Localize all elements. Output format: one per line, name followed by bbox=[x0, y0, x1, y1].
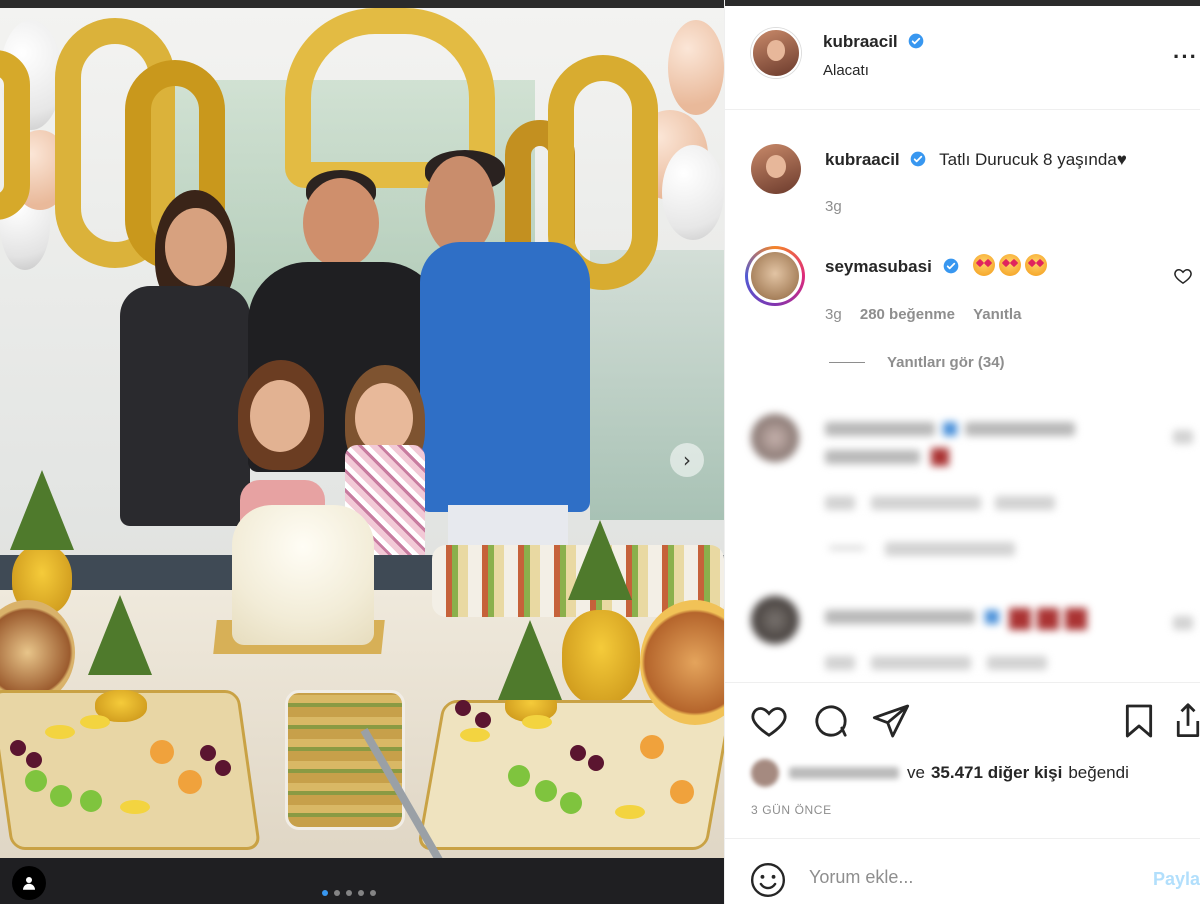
blurred-avatar bbox=[751, 414, 799, 462]
pineapple bbox=[562, 610, 640, 705]
lime bbox=[560, 792, 582, 814]
man-right bbox=[420, 150, 595, 550]
birthday-cake bbox=[232, 505, 374, 645]
post-details-panel: kubraacil Alacatı ··· kubraacil Tatlı Du… bbox=[724, 0, 1200, 904]
carousel-dot bbox=[358, 890, 364, 896]
verified-badge-icon bbox=[908, 33, 924, 49]
replies-divider-line bbox=[829, 362, 865, 363]
lemon-slice bbox=[45, 725, 75, 739]
commenter-username[interactable]: seymasubasi bbox=[825, 257, 932, 276]
orange bbox=[670, 780, 694, 804]
smiley-icon[interactable] bbox=[749, 861, 787, 899]
post-comment-button[interactable]: Paylaş bbox=[1153, 869, 1200, 890]
balloon-white bbox=[662, 145, 724, 240]
pineapple-leaves bbox=[10, 470, 74, 550]
author-avatar[interactable] bbox=[751, 28, 801, 78]
grape bbox=[26, 752, 42, 768]
more-options-icon[interactable]: ··· bbox=[1173, 44, 1198, 70]
baklava-tray bbox=[285, 690, 405, 830]
comment-text-row: seymasubasi bbox=[825, 254, 1048, 277]
blurred-avatar bbox=[751, 596, 799, 644]
grape bbox=[455, 700, 471, 716]
pineapple-leaves bbox=[498, 620, 562, 700]
carousel-dot bbox=[370, 890, 376, 896]
post-date[interactable]: 3 GÜN ÖNCE bbox=[751, 803, 832, 817]
lemon-slice bbox=[120, 800, 150, 814]
fruit-platter-right bbox=[416, 700, 724, 850]
lime bbox=[80, 790, 102, 812]
lime bbox=[508, 765, 530, 787]
lime bbox=[50, 785, 72, 807]
author-username[interactable]: kubraacil bbox=[823, 32, 898, 51]
carousel-indicator bbox=[322, 890, 376, 896]
carousel-dot bbox=[322, 890, 328, 896]
post-photo[interactable]: › bbox=[0, 0, 724, 904]
view-replies-label: Yanıtları gör (34) bbox=[887, 354, 1005, 371]
post-location[interactable]: Alacatı bbox=[823, 62, 869, 79]
user-tag-button[interactable] bbox=[12, 866, 46, 900]
likes-prefix: ve bbox=[907, 763, 925, 782]
liker-avatar[interactable] bbox=[751, 759, 779, 787]
orange bbox=[150, 740, 174, 764]
share-external-icon[interactable] bbox=[1175, 701, 1200, 741]
lemon-slice bbox=[522, 715, 552, 729]
grape bbox=[588, 755, 604, 771]
likes-summary: ve 35.471 diğer kişi beğendi bbox=[751, 759, 1129, 787]
post-header: kubraacil Alacatı ··· bbox=[725, 6, 1200, 110]
heart-eyes-emoji-icon bbox=[999, 254, 1022, 276]
grape bbox=[215, 760, 231, 776]
caption-timestamp[interactable]: 3g bbox=[825, 198, 842, 215]
lime bbox=[25, 770, 47, 792]
comment-emojis bbox=[969, 254, 1048, 276]
likes-suffix: beğendi bbox=[1068, 763, 1129, 782]
lemon-slice bbox=[80, 715, 110, 729]
post-actions: ve 35.471 diğer kişi beğendi 3 GÜN ÖNCE bbox=[725, 682, 1200, 817]
author-username-row: kubraacil bbox=[823, 32, 924, 52]
photo-pool-area bbox=[590, 250, 724, 520]
heart-icon[interactable] bbox=[749, 701, 789, 741]
pineapple-leaves bbox=[88, 595, 152, 675]
reply-button[interactable]: Yanıtla bbox=[973, 306, 1021, 323]
heart-eyes-emoji-icon bbox=[1025, 254, 1048, 276]
chevron-right-icon: › bbox=[683, 448, 691, 472]
caption-body: Tatlı Durucuk 8 yaşında♥ bbox=[939, 150, 1127, 169]
comment-like-count[interactable]: 280 beğenme bbox=[860, 306, 955, 323]
grape bbox=[570, 745, 586, 761]
orange bbox=[178, 770, 202, 794]
caption-username[interactable]: kubraacil bbox=[825, 150, 900, 169]
carousel-dot bbox=[334, 890, 340, 896]
carousel-dot bbox=[346, 890, 352, 896]
lime bbox=[535, 780, 557, 802]
orange bbox=[640, 735, 664, 759]
comment-input[interactable] bbox=[809, 867, 1129, 888]
heart-eyes-emoji-icon bbox=[973, 254, 996, 276]
bookmark-icon[interactable] bbox=[1119, 701, 1159, 741]
caption-text-row: kubraacil Tatlı Durucuk 8 yaşında♥ bbox=[825, 150, 1127, 170]
add-comment-bar: Paylaş bbox=[725, 838, 1200, 904]
likes-count[interactable]: 35.471 diğer kişi bbox=[931, 763, 1062, 783]
photo-top-border bbox=[0, 0, 724, 8]
caption-avatar[interactable] bbox=[751, 144, 801, 194]
user-tag-icon bbox=[23, 877, 35, 890]
pineapple-leaves bbox=[568, 520, 632, 600]
view-replies-button[interactable]: Yanıtları gör (34) bbox=[829, 354, 1005, 371]
grape bbox=[475, 712, 491, 728]
grape bbox=[200, 745, 216, 761]
commenter-avatar[interactable] bbox=[745, 246, 805, 306]
send-icon[interactable] bbox=[871, 701, 911, 741]
comment-icon[interactable] bbox=[811, 701, 851, 741]
balloon-peach bbox=[668, 20, 724, 115]
verified-badge-icon bbox=[943, 258, 958, 274]
gold-letter-balloon bbox=[0, 50, 30, 220]
grape bbox=[10, 740, 26, 756]
liker-name-blurred bbox=[789, 767, 899, 779]
lemon-slice bbox=[460, 728, 490, 742]
comment-like-heart-icon[interactable] bbox=[1173, 266, 1193, 286]
carousel-next-button[interactable]: › bbox=[670, 443, 704, 477]
comment-meta: 3g 280 beğenme Yanıtla bbox=[825, 306, 1035, 323]
comment-timestamp[interactable]: 3g bbox=[825, 306, 842, 323]
photo-bottom-bar bbox=[0, 858, 724, 904]
lemon-slice bbox=[615, 805, 645, 819]
verified-badge-icon bbox=[911, 151, 926, 167]
